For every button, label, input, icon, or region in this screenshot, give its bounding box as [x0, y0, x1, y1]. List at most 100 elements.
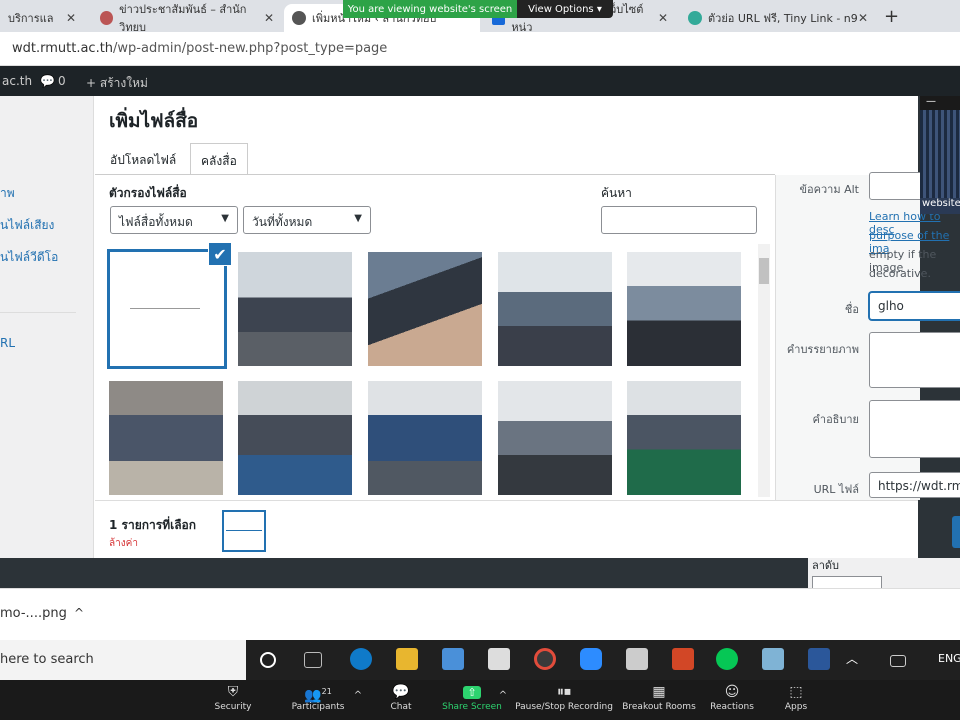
shield-icon: ⛨ — [227, 684, 239, 700]
webcam-thumbnail — [920, 96, 960, 214]
title-input[interactable]: glho — [869, 292, 960, 320]
line-icon[interactable] — [716, 648, 738, 670]
screen-share-banner: You are viewing website's screen — [343, 0, 517, 18]
network-icon[interactable] — [890, 655, 906, 667]
participants-count: 21 — [321, 687, 332, 696]
menu-item-url[interactable]: RL — [0, 336, 15, 350]
menu-item-audio[interactable]: นไฟล์เสียง — [0, 216, 54, 235]
tab-upload[interactable]: อัปโหลดไฟล์ — [100, 143, 186, 175]
clear-selection-link[interactable]: ล้างค่า — [109, 536, 138, 551]
store-icon[interactable] — [442, 648, 464, 670]
participants-label: Participants — [291, 702, 345, 712]
photo-classroom — [498, 252, 612, 366]
attachment-thumbnail[interactable] — [498, 252, 612, 366]
chat-icon: 💬 — [392, 684, 410, 700]
language-indicator[interactable]: ENG — [938, 652, 960, 665]
attachment-thumbnail[interactable] — [627, 381, 741, 495]
chevron-up-icon[interactable]: ^ — [352, 686, 364, 706]
attachment-preview — [110, 252, 224, 366]
url-text[interactable]: wdt.rmutt.ac.th/wp-admin/post-new.php?po… — [12, 41, 387, 56]
widgets-icon[interactable] — [304, 652, 322, 668]
chrome-icon[interactable] — [534, 648, 556, 670]
selected-thumbnail[interactable] — [222, 510, 266, 552]
browser-tab[interactable]: ตัวย่อ URL ฟรี, Tiny Link - n9 ✕ — [680, 4, 876, 32]
close-icon[interactable]: ✕ — [858, 11, 868, 25]
close-icon[interactable]: ✕ — [66, 11, 76, 25]
menu-item-video[interactable]: นไฟล์วีดีโอ — [0, 248, 58, 267]
site-name[interactable]: ac.th — [2, 74, 32, 88]
new-tab-button[interactable]: + — [884, 6, 899, 27]
caption-input[interactable] — [869, 332, 960, 388]
breakout-rooms-button[interactable]: ▦ Breakout Rooms — [622, 682, 696, 712]
address-bar[interactable]: wdt.rmutt.ac.th/wp-admin/post-new.php?po… — [0, 32, 960, 66]
comments-icon[interactable]: 💬 — [40, 74, 55, 88]
favicon-icon — [100, 11, 114, 25]
attachment-thumbnail[interactable] — [498, 381, 612, 495]
photo-classroom — [238, 252, 352, 366]
zoom-icon[interactable] — [580, 648, 602, 670]
photo-classroom — [627, 252, 741, 366]
search-label: ค้นหา — [601, 186, 632, 200]
download-item[interactable]: mo-....png — [0, 606, 67, 621]
wp-admin-bar: ac.th 💬 0 + สร้างใหม่ — [0, 66, 960, 96]
media-type-select[interactable]: ไฟล์สื่อทั้งหมด ▼ — [110, 206, 238, 234]
share-screen-button[interactable]: ⇧ Share Screen — [440, 682, 504, 712]
menu-item-images[interactable]: าพ — [0, 184, 15, 203]
edge-icon[interactable] — [350, 648, 372, 670]
chevron-down-icon: ▼ — [221, 213, 229, 224]
caption-label: คำบรรยายภาพ — [786, 343, 859, 356]
attachment-thumbnail[interactable] — [238, 252, 352, 366]
attachment-selected[interactable] — [107, 249, 227, 369]
chat-button[interactable]: 💬 Chat — [384, 682, 418, 712]
browser-tab[interactable]: บริการแล ✕ — [0, 4, 84, 32]
attachment-thumbnail[interactable] — [627, 252, 741, 366]
powerpoint-icon[interactable] — [672, 648, 694, 670]
close-icon[interactable]: ✕ — [264, 11, 274, 25]
task-view-icon[interactable] — [260, 652, 276, 668]
tab-label: ข่าวประชาสัมพันธ์ – สำนักวิทยบ — [119, 3, 247, 34]
reactions-label: Reactions — [710, 702, 754, 712]
new-content-link[interactable]: + สร้างใหม่ — [86, 74, 148, 93]
tab-divider — [95, 174, 775, 175]
comments-count: 0 — [58, 74, 66, 88]
taskbar-search-text: here to search — [0, 652, 94, 667]
tab-library[interactable]: คลังสื่อ — [190, 143, 248, 175]
mail-icon[interactable] — [488, 648, 510, 670]
attachment-thumbnail[interactable] — [368, 252, 482, 366]
minimize-icon[interactable]: — — [926, 96, 936, 107]
chevron-up-icon[interactable]: ︿ — [846, 650, 868, 672]
security-button[interactable]: ⛨ Security — [210, 682, 256, 712]
tab-label: ตัวย่อ URL ฟรี, Tiny Link - n9 — [708, 12, 858, 25]
chevron-up-icon[interactable]: ^ — [74, 606, 84, 620]
browser-tab[interactable]: ข่าวประชาสัมพันธ์ – สำนักวิทยบ ✕ — [92, 3, 282, 34]
attachment-thumbnail[interactable] — [368, 381, 482, 495]
pause-stop-recording-button[interactable]: ⏸⏹ Pause/Stop Recording — [514, 682, 614, 712]
attachment-thumbnail[interactable] — [109, 381, 223, 495]
photo-group — [109, 381, 223, 495]
photos-icon[interactable] — [626, 648, 648, 670]
search-input[interactable] — [601, 206, 757, 234]
photo-classroom — [238, 381, 352, 495]
file-url-input[interactable]: https://wdt.rmu — [869, 472, 960, 498]
apps-button[interactable]: ⬚ Apps — [780, 682, 812, 712]
scrollbar-thumb[interactable] — [759, 258, 769, 284]
app-icon[interactable] — [762, 648, 784, 670]
attachment-thumbnail[interactable] — [238, 381, 352, 495]
description-input[interactable] — [869, 400, 960, 458]
word-icon[interactable] — [808, 648, 830, 670]
participants-icon: 👥21 — [304, 687, 332, 704]
webcam-video — [920, 110, 960, 198]
alt-help-note-2: decorative. — [869, 267, 931, 280]
close-icon[interactable]: ✕ — [658, 11, 668, 25]
view-options-button[interactable]: View Options ▾ — [517, 0, 613, 18]
alt-text-label: ข้อความ Alt — [799, 183, 859, 196]
reactions-button[interactable]: ☺ Reactions — [708, 682, 756, 712]
insert-button[interactable] — [952, 516, 960, 548]
participants-button[interactable]: 👥21 Participants — [288, 682, 348, 712]
chevron-up-icon[interactable]: ^ — [497, 686, 509, 706]
date-select[interactable]: วันที่ทั้งหมด ▼ — [243, 206, 371, 234]
order-input[interactable] — [812, 576, 882, 588]
webcam-controls[interactable]: — — [920, 96, 960, 110]
checkmark-icon[interactable]: ✔ — [208, 242, 232, 266]
file-explorer-icon[interactable] — [396, 648, 418, 670]
